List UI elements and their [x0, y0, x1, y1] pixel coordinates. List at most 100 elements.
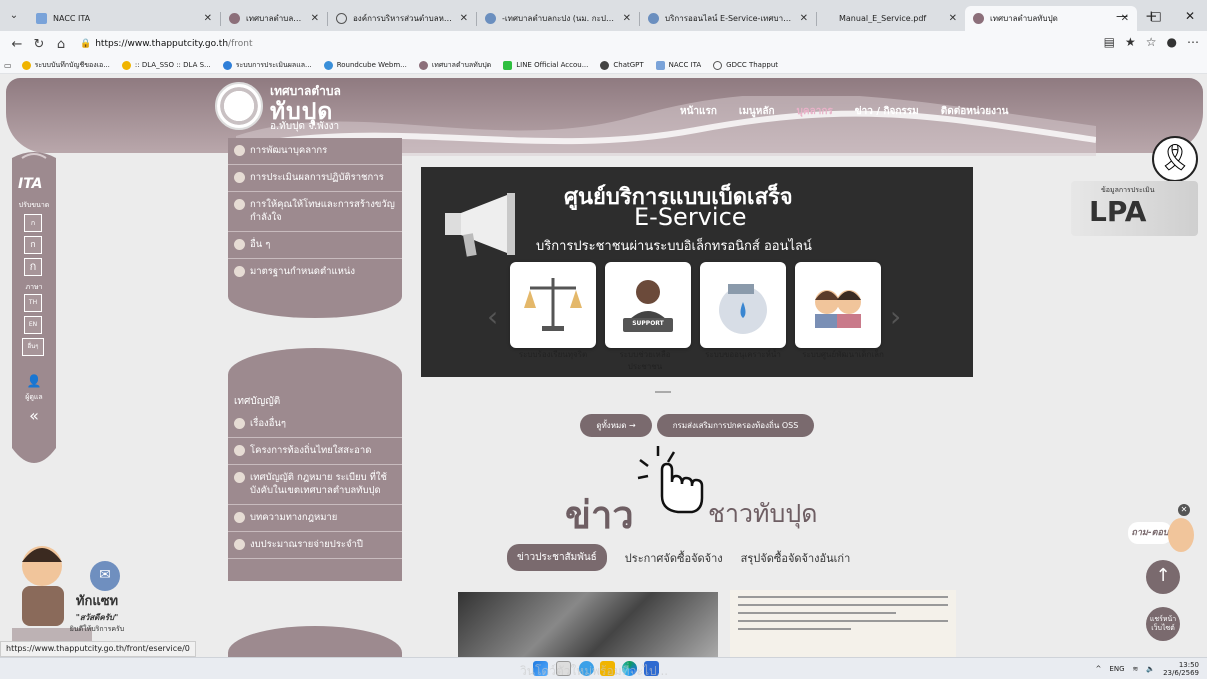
- top-nav: หน้าแรก เมนูหลัก บุคลากร ข่าว / กิจกรรม …: [680, 104, 1008, 119]
- font-large-button[interactable]: ก: [24, 258, 42, 276]
- minimize-button[interactable]: —: [1105, 9, 1139, 23]
- reload-icon[interactable]: ↻: [28, 37, 50, 52]
- carousel-prev-icon[interactable]: ‹: [487, 300, 498, 333]
- card-child-center[interactable]: [795, 262, 881, 348]
- tab-actions-icon[interactable]: ⌄: [0, 10, 28, 21]
- menu-item-reward[interactable]: การให้คุณให้โทษและการสร้างขวัญกำลังใจ: [228, 192, 402, 232]
- bookmark-7[interactable]: NACC ITA: [655, 60, 702, 70]
- font-small-button[interactable]: ก: [24, 214, 42, 232]
- scroll-top-button[interactable]: ↑: [1146, 560, 1180, 594]
- bookmark-0[interactable]: ระบบบันทึกบัญชีของเอ...: [21, 60, 110, 71]
- close-tab-icon[interactable]: ✕: [204, 13, 212, 24]
- volume-icon[interactable]: 🔈: [1146, 665, 1155, 673]
- favorites-icon[interactable]: ☆: [1146, 35, 1157, 49]
- lpa-banner[interactable]: ข้อมูลการประเมิน LPA: [1071, 181, 1198, 236]
- tab-procurement-summary[interactable]: สรุปจัดซื้อจัดจ้างอันเก่า: [741, 549, 851, 567]
- close-tab-icon[interactable]: ✕: [623, 13, 631, 24]
- tab-5[interactable]: Manual_E_Service.pdf ✕: [817, 6, 965, 31]
- menu-item-laws[interactable]: เทศบัญญัติ กฎหมาย ระเบียบ ที่ใช้บังคับใน…: [228, 465, 402, 505]
- back-icon[interactable]: ←: [6, 37, 28, 52]
- star-icon[interactable]: ★: [1125, 35, 1136, 49]
- menu-item-hr-dev[interactable]: การพัฒนาบุคลากร: [228, 138, 402, 165]
- carousel-next-icon[interactable]: ›: [890, 300, 901, 333]
- nav-personnel[interactable]: บุคลากร: [797, 104, 833, 119]
- more-icon[interactable]: ⋯: [1187, 35, 1199, 49]
- lang-th-button[interactable]: TH: [24, 294, 42, 312]
- ita-logo[interactable]: ITA: [18, 176, 43, 192]
- menu-item-clean-thai[interactable]: โครงการท้องถิ่นไทยใสสะอาด: [228, 438, 402, 465]
- municipality-logo[interactable]: [215, 82, 263, 130]
- nav-home[interactable]: หน้าแรก: [680, 104, 717, 119]
- menu-item-position-standard[interactable]: มาตรฐานกำหนดตำแหน่ง: [228, 259, 402, 285]
- menu-item-misc[interactable]: เรื่องอื่นๆ: [228, 411, 402, 438]
- nav-contact[interactable]: ติดต่อหน่วยงาน: [941, 104, 1009, 119]
- user-icon[interactable]: 👤: [12, 374, 56, 388]
- share-button[interactable]: แชร์หน้าเว็บไซต์: [1146, 607, 1180, 641]
- watermark-text: วินโดว์ตัวใหม่พร้อมที่จะไป...: [520, 664, 669, 678]
- tab-title: NACC ITA: [53, 14, 91, 23]
- window-controls: — □ ✕: [1105, 0, 1207, 31]
- carousel-indicator[interactable]: [655, 391, 671, 393]
- home-icon[interactable]: ⌂: [50, 37, 72, 52]
- hand-cursor-icon: [637, 446, 704, 514]
- maximize-button[interactable]: □: [1139, 9, 1173, 23]
- menu-item-legal-articles[interactable]: บทความทางกฎหมาย: [228, 505, 402, 532]
- bookmark-4[interactable]: เทศบาลตำบลทับปุด: [418, 60, 491, 71]
- bookmark-8[interactable]: GDCC Thapput: [713, 60, 778, 70]
- font-medium-button[interactable]: ก: [24, 236, 42, 254]
- tab-3[interactable]: -เทศบาลตำบลกะปง (นม. กะปง) ต ... ✕: [477, 6, 639, 31]
- bookmark-2[interactable]: ระบบการประเมินผลแล...: [222, 60, 312, 71]
- tab-4[interactable]: บริการออนไลน์ E-Service-เทศบาลตำบล... ✕: [640, 6, 816, 31]
- close-tab-icon[interactable]: ✕: [311, 13, 319, 24]
- tab-procurement[interactable]: ประกาศจัดซื้อจัดจ้าง: [625, 549, 723, 567]
- news-document-thumbnail[interactable]: [730, 590, 956, 657]
- tab-0[interactable]: NACC ITA ✕: [28, 6, 220, 31]
- reader-icon[interactable]: ▤: [1104, 35, 1115, 49]
- nav-main-menu[interactable]: เมนูหลัก: [739, 104, 775, 119]
- profile-icon[interactable]: ●: [1167, 35, 1177, 49]
- tab-favicon: [36, 13, 47, 24]
- card-public-assistance[interactable]: SUPPORT: [605, 262, 691, 348]
- menu-panel-cap: [228, 626, 402, 657]
- wifi-icon[interactable]: ≋: [1133, 665, 1139, 673]
- clock[interactable]: 13:50 23/6/2569: [1163, 661, 1199, 677]
- close-window-button[interactable]: ✕: [1173, 9, 1207, 23]
- menu-item-label: อื่น ๆ: [250, 239, 271, 250]
- tab-pr-news[interactable]: ข่าวประชาสัมพันธ์: [507, 544, 607, 571]
- more-options-button[interactable]: อื่นๆ: [22, 338, 44, 356]
- language-indicator[interactable]: ENG: [1109, 665, 1124, 673]
- messenger-icon[interactable]: ✉: [90, 561, 120, 591]
- news-photo-waterfall[interactable]: [458, 592, 718, 657]
- url-path: /front: [228, 39, 253, 49]
- chevron-up-icon[interactable]: ^: [1096, 665, 1102, 673]
- bookmark-5[interactable]: LINE Official Accou...: [503, 60, 588, 70]
- lang-en-button[interactable]: EN: [24, 316, 42, 334]
- card-corruption-complaint[interactable]: [510, 262, 596, 348]
- bookmarks-menu-icon[interactable]: ▭: [4, 61, 12, 70]
- menu-item-budget[interactable]: งบประมาณรายจ่ายประจำปี: [228, 532, 402, 559]
- card-water-request[interactable]: [700, 262, 786, 348]
- close-icon[interactable]: ✕: [1178, 504, 1190, 516]
- bookmark-3[interactable]: Roundcube Webm...: [323, 60, 407, 70]
- close-tab-icon[interactable]: ✕: [460, 13, 468, 24]
- mourning-ribbon-icon[interactable]: 🎗: [1152, 136, 1198, 182]
- qa-widget[interactable]: ✕ ถาม-ตอบ: [1128, 504, 1198, 564]
- globe-icon: [713, 60, 723, 70]
- nav-news[interactable]: ข่าว / กิจกรรม: [855, 104, 919, 119]
- bookmark-6[interactable]: ChatGPT: [600, 60, 644, 70]
- bookmark-icon: [418, 60, 428, 70]
- oss-button[interactable]: กรมส่งเสริมการปกครองท้องถิ่น OSS: [657, 414, 814, 437]
- close-tab-icon[interactable]: ✕: [949, 13, 957, 24]
- bullet-icon: [234, 472, 245, 483]
- url-field[interactable]: 🔒 https://www.thapputcity.go.th /front: [80, 39, 253, 49]
- tab-1[interactable]: เทศบาลตำบลทับปุด ✕: [221, 6, 327, 31]
- bookmark-label: NACC ITA: [668, 61, 702, 69]
- tab-2[interactable]: องค์การบริหารส่วนตำบลหมายเหตุ ผ.ถ. ... ✕: [328, 6, 476, 31]
- view-all-button[interactable]: ดูทั้งหมด →: [580, 414, 652, 437]
- collapse-toolbar-button[interactable]: «: [12, 406, 56, 425]
- bookmark-1[interactable]: :: DLA_SSO :: DLA S...: [121, 60, 211, 70]
- menu-item-others[interactable]: อื่น ๆ: [228, 232, 402, 259]
- menu-item-performance[interactable]: การประเมินผลการปฏิบัติราชการ: [228, 165, 402, 192]
- mascot-name: ทักแซท: [75, 594, 119, 609]
- close-tab-icon[interactable]: ✕: [800, 13, 808, 24]
